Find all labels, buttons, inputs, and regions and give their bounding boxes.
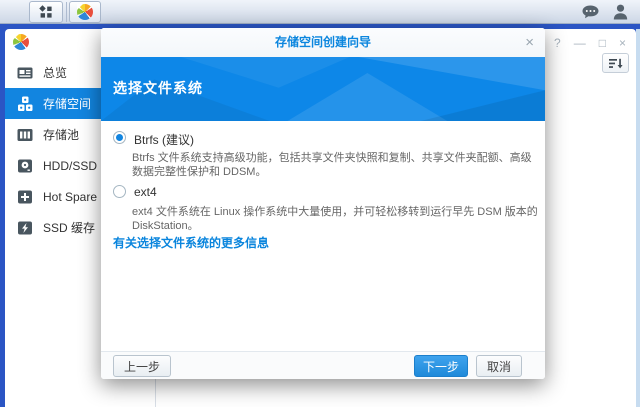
step-title: 选择文件系统 bbox=[113, 78, 203, 98]
dialog-titlebar: 存储空间创建向导 × bbox=[101, 28, 545, 57]
radio-ext4-label[interactable]: ext4 bbox=[134, 185, 157, 199]
main-menu-grid-icon bbox=[39, 5, 53, 19]
cancel-button[interactable]: 取消 bbox=[476, 355, 522, 377]
storage-manager-pie-icon bbox=[77, 4, 93, 20]
ext4-description: ext4 文件系统在 Linux 操作系统中大量使用，并可轻松移转到运行早先 D… bbox=[132, 205, 538, 233]
storage-manager-pie-icon bbox=[13, 34, 29, 50]
sidebar-item-label: SSD 缓存 bbox=[43, 219, 95, 236]
storage-pool-icon bbox=[16, 126, 34, 144]
radio-btrfs[interactable] bbox=[113, 131, 126, 144]
ssd-cache-icon bbox=[16, 219, 34, 237]
taskbar-separator bbox=[66, 2, 67, 22]
storage-wizard-dialog: 存储空间创建向导 × 选择文件系统 Btrfs (建议) Btrfs 文件系统支… bbox=[101, 28, 545, 379]
radio-ext4[interactable] bbox=[113, 185, 126, 198]
sort-profile-button[interactable] bbox=[602, 53, 629, 73]
sidebar-item-label: Hot Spare bbox=[43, 190, 97, 204]
dialog-step-header: 选择文件系统 bbox=[101, 57, 545, 121]
hot-spare-icon bbox=[16, 188, 34, 206]
dialog-title: 存储空间创建向导 bbox=[275, 35, 371, 49]
dialog-footer: 上一步 下一步 取消 bbox=[101, 351, 545, 379]
btrfs-description: Btrfs 文件系统支持高级功能，包括共享文件夹快照和复制、共享文件夹配额、高级… bbox=[132, 151, 538, 179]
sort-profile-icon bbox=[609, 58, 623, 69]
next-button[interactable]: 下一步 bbox=[414, 355, 468, 377]
back-button[interactable]: 上一步 bbox=[113, 355, 171, 377]
sidebar-item-label: 总览 bbox=[43, 64, 67, 81]
sidebar-item-label: 存储空间 bbox=[43, 95, 91, 112]
hdd-ssd-icon bbox=[16, 157, 34, 175]
taskbar bbox=[0, 0, 640, 24]
help-icon[interactable]: ? bbox=[554, 36, 561, 50]
sidebar-item-label: 存储池 bbox=[43, 126, 79, 143]
main-menu-button[interactable] bbox=[29, 1, 63, 23]
storage-space-icon bbox=[16, 95, 34, 113]
desktop-background-strip bbox=[636, 29, 640, 407]
dialog-close-icon[interactable]: × bbox=[525, 28, 534, 57]
storage-manager-taskbar-button[interactable] bbox=[69, 1, 101, 23]
minimize-icon[interactable]: — bbox=[574, 36, 586, 50]
close-icon[interactable]: × bbox=[619, 36, 626, 50]
more-info-link[interactable]: 有关选择文件系统的更多信息 bbox=[113, 234, 269, 251]
maximize-icon[interactable]: □ bbox=[599, 36, 606, 50]
chat-bubble-icon[interactable] bbox=[582, 5, 599, 19]
radio-btrfs-label[interactable]: Btrfs (建议) bbox=[134, 131, 194, 148]
sidebar-item-label: HDD/SSD bbox=[43, 159, 97, 173]
overview-icon bbox=[16, 64, 34, 82]
user-icon[interactable] bbox=[613, 4, 628, 20]
